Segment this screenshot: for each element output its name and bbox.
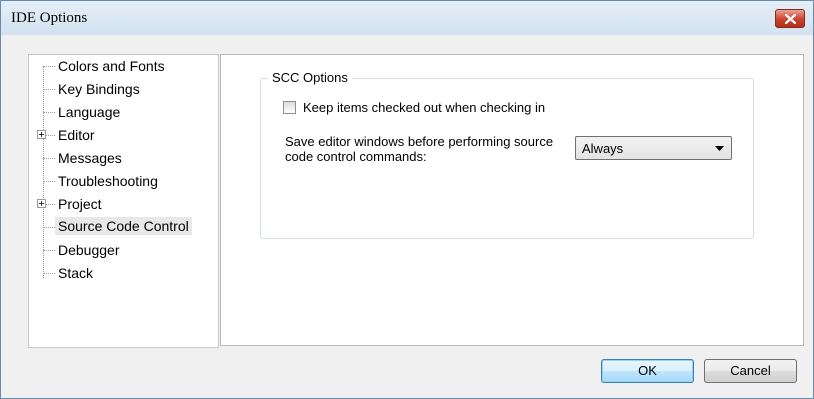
group-title: SCC Options (268, 70, 352, 85)
tree-item-messages[interactable]: Messages (29, 147, 218, 169)
title-bar[interactable]: IDE Options (1, 1, 813, 35)
window-title: IDE Options (11, 10, 88, 26)
tree-item-label: Troubleshooting (58, 173, 158, 189)
scc-options-group: SCC Options Keep items checked out when … (260, 70, 754, 239)
tree-item-stack[interactable]: Stack (29, 262, 218, 284)
plus-box-icon[interactable] (37, 199, 46, 208)
options-content-panel: SCC Options Keep items checked out when … (220, 54, 804, 346)
tree-item-colors-and-fonts[interactable]: Colors and Fonts (29, 55, 218, 77)
tree-item-label: Key Bindings (58, 81, 140, 97)
tree-item-label: Colors and Fonts (58, 58, 165, 74)
tree-item-source-code-control[interactable]: Source Code Control (29, 216, 218, 238)
ok-button[interactable]: OK (601, 359, 694, 383)
tree-item-troubleshooting[interactable]: Troubleshooting (29, 170, 218, 192)
tree-item-label: Messages (58, 150, 122, 166)
keep-checked-out-label[interactable]: Keep items checked out when checking in (303, 100, 545, 115)
tree-item-label: Editor (58, 127, 95, 143)
save-windows-label: Save editor windows before performing so… (285, 134, 554, 164)
save-windows-select[interactable]: Always (575, 136, 732, 160)
tree-item-debugger[interactable]: Debugger (29, 239, 218, 261)
tree-item-label: Debugger (58, 242, 120, 258)
tree-item-label: Project (58, 196, 102, 212)
close-button[interactable] (775, 9, 805, 28)
tree-item-label: Stack (58, 265, 94, 281)
close-icon (785, 14, 796, 24)
tree-item-label: Source Code Control (55, 217, 192, 235)
tree-item-language[interactable]: Language (29, 101, 218, 123)
tree-item-project[interactable]: Project (29, 193, 218, 215)
plus-box-icon[interactable] (37, 130, 46, 139)
cancel-button[interactable]: Cancel (704, 359, 797, 383)
tree-item-label: Language (58, 104, 121, 120)
keep-checked-out-checkbox[interactable] (283, 101, 296, 114)
options-category-tree: Colors and Fonts Key Bindings Language E… (28, 54, 219, 348)
tree-item-editor[interactable]: Editor (29, 124, 218, 146)
save-windows-value: Always (582, 141, 624, 156)
ide-options-dialog: IDE Options Colors and Fonts Key Binding… (0, 0, 814, 399)
chevron-down-icon (715, 146, 724, 151)
tree-item-key-bindings[interactable]: Key Bindings (29, 78, 218, 100)
